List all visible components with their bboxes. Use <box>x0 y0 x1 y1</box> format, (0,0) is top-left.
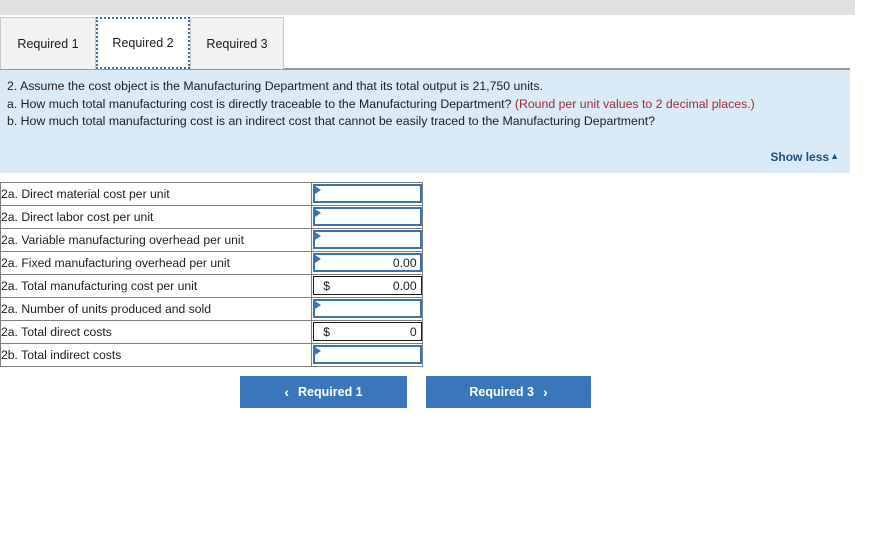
show-less-toggle[interactable]: Show less ▲ <box>770 150 839 164</box>
row-label: 2a. Number of units produced and sold <box>0 297 312 321</box>
answer-input[interactable] <box>312 253 422 272</box>
row-label: 2a. Variable manufacturing overhead per … <box>0 228 312 252</box>
currency-symbol: $ <box>323 324 330 339</box>
value-cell: $0.00 <box>310 274 424 298</box>
tab-required-3[interactable]: Required 3 <box>190 17 284 69</box>
requirement-tab-bar: Required 1 Required 2 Required 3 <box>0 17 850 69</box>
row-label: 2b. Total indirect costs <box>0 343 312 367</box>
answer-input[interactable] <box>312 230 422 249</box>
currency-symbol: $ <box>323 278 330 293</box>
instruction-rounding-note: (Round per unit values to 2 decimal plac… <box>514 96 755 111</box>
table-row: 2a. Total direct costs $0 <box>0 320 424 344</box>
tab-required-1-label: Required 1 <box>17 36 79 51</box>
answer-table-body: 2a. Direct material cost per unit 2a. Dir… <box>0 182 424 367</box>
answer-input[interactable] <box>312 207 422 226</box>
tab-required-2-label: Required 2 <box>112 36 174 50</box>
answer-input[interactable] <box>312 299 422 318</box>
show-less-label: Show less <box>770 150 830 164</box>
row-label: 2a. Fixed manufacturing overhead per uni… <box>0 251 312 275</box>
window-top-strip <box>0 0 855 15</box>
chevron-left-icon: ‹ <box>284 384 290 400</box>
instruction-line-2: a. How much total manufacturing cost is … <box>7 96 840 113</box>
tab-required-1[interactable]: Required 1 <box>0 17 96 69</box>
computed-amount: 0 <box>409 324 417 339</box>
table-row: 2a. Direct material cost per unit <box>0 182 424 206</box>
answer-entry-table: 2a. Direct material cost per unit 2a. Dir… <box>0 182 424 367</box>
computed-amount: 0.00 <box>392 278 417 293</box>
computed-value-cell: $0.00 <box>312 276 422 295</box>
value-cell <box>310 228 424 252</box>
next-requirement-button[interactable]: Required 3 › <box>426 376 591 408</box>
instruction-line-3: b. How much total manufacturing cost is … <box>7 114 655 128</box>
previous-requirement-label: Required 1 <box>298 385 363 399</box>
navigation-button-group: ‹ Required 1 Required 3 › <box>240 376 591 408</box>
row-label: 2a. Direct labor cost per unit <box>0 205 312 229</box>
value-cell <box>310 182 424 206</box>
value-cell <box>310 343 424 367</box>
table-row: 2a. Number of units produced and sold <box>0 297 424 321</box>
answer-input[interactable] <box>312 184 422 203</box>
row-label: 2a. Total manufacturing cost per unit <box>0 274 312 298</box>
table-row: 2a. Total manufacturing cost per unit $0.… <box>0 274 424 298</box>
table-row: 2a. Direct labor cost per unit <box>0 205 424 229</box>
value-cell <box>310 251 424 275</box>
computed-value-cell: $0 <box>312 322 422 341</box>
answer-input[interactable] <box>312 345 422 364</box>
instructions-panel: 2. Assume the cost object is the Manufac… <box>0 69 850 173</box>
table-row: 2a. Variable manufacturing overhead per … <box>0 228 424 252</box>
row-label: 2a. Total direct costs <box>0 320 312 344</box>
chevron-up-icon: ▲ <box>830 150 839 161</box>
previous-requirement-button[interactable]: ‹ Required 1 <box>240 376 407 408</box>
instruction-line-1: 2. Assume the cost object is the Manufac… <box>7 79 543 93</box>
chevron-right-icon: › <box>542 384 548 400</box>
instruction-line-2-text: a. How much total manufacturing cost is … <box>7 96 515 111</box>
value-cell: $0 <box>310 320 424 344</box>
tab-required-3-label: Required 3 <box>206 36 268 51</box>
value-cell <box>310 205 424 229</box>
row-label: 2a. Direct material cost per unit <box>0 182 312 206</box>
tab-required-2[interactable]: Required 2 <box>96 17 190 69</box>
next-requirement-label: Required 3 <box>469 385 534 399</box>
table-row: 2b. Total indirect costs <box>0 343 424 367</box>
value-cell <box>310 297 424 321</box>
table-row: 2a. Fixed manufacturing overhead per uni… <box>0 251 424 275</box>
